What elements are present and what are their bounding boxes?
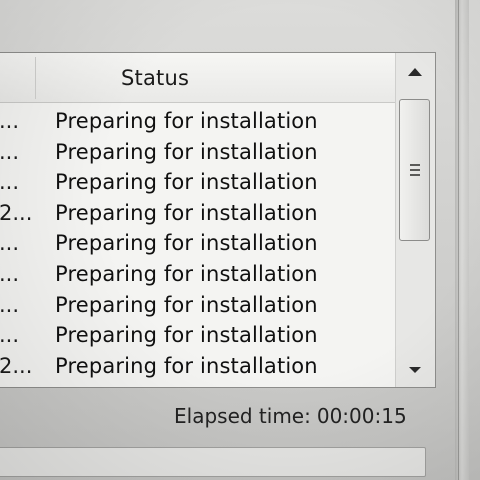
row-truncated-cell: ... (0, 139, 20, 164)
elapsed-time-value: 00:00:15 (316, 404, 407, 428)
list-header: Status (0, 53, 395, 103)
row-status-cell: Preparing for installation (55, 353, 318, 378)
row-truncated-cell: ... (0, 109, 20, 133)
list-row[interactable]: ... Preparing for installation (0, 138, 395, 169)
installer-window: Status ... Preparing for installation ..… (0, 0, 480, 480)
row-status-cell: Preparing for installation (55, 323, 318, 348)
row-truncated-cell: ... (0, 323, 20, 348)
list-row[interactable]: ... Preparing for installation (0, 291, 395, 322)
row-status-cell: Preparing for installation (55, 261, 318, 286)
list-row[interactable]: 2... Preparing for installation (0, 199, 395, 230)
scrollbar-thumb[interactable] (399, 99, 430, 241)
grip-lines-icon (409, 164, 420, 176)
list-row[interactable]: 2... Preparing for installation (0, 352, 395, 383)
list-rows: ... Preparing for installation ... Prepa… (0, 107, 395, 382)
row-truncated-cell: 2... (0, 353, 33, 378)
status-list-view[interactable]: Status ... Preparing for installation ..… (0, 52, 436, 388)
row-status-cell: Preparing for installation (55, 200, 318, 225)
row-truncated-cell: ... (0, 231, 20, 256)
scroll-down-arrow-icon (409, 367, 421, 373)
list-row[interactable]: ... Preparing for installation (0, 229, 395, 260)
vertical-scrollbar[interactable] (395, 53, 435, 387)
row-status-cell: Preparing for installation (55, 139, 318, 164)
row-truncated-cell: ... (0, 170, 20, 195)
list-row[interactable]: ... Preparing for installation (0, 107, 395, 138)
row-status-cell: Preparing for installation (55, 109, 318, 133)
list-row[interactable]: ... Preparing for installation (0, 260, 395, 291)
row-truncated-cell: ... (0, 292, 20, 317)
progress-bar (0, 447, 426, 477)
elapsed-time: Elapsed time: 00:00:15 (174, 404, 407, 428)
row-status-cell: Preparing for installation (55, 231, 318, 256)
scroll-down-button[interactable] (398, 355, 432, 385)
row-truncated-cell: ... (0, 261, 20, 286)
list-row[interactable]: ... Preparing for installation (0, 168, 395, 199)
scroll-up-arrow-icon (408, 68, 422, 76)
row-status-cell: Preparing for installation (55, 292, 318, 317)
column-divider[interactable] (35, 57, 36, 99)
window-frame-line (458, 0, 459, 480)
elapsed-time-label: Elapsed time: (174, 404, 311, 428)
row-truncated-cell: 2... (0, 200, 33, 225)
list-row[interactable]: ... Preparing for installation (0, 321, 395, 352)
column-header-status[interactable]: Status (121, 66, 189, 90)
row-status-cell: Preparing for installation (55, 170, 318, 195)
scroll-up-button[interactable] (398, 55, 432, 89)
